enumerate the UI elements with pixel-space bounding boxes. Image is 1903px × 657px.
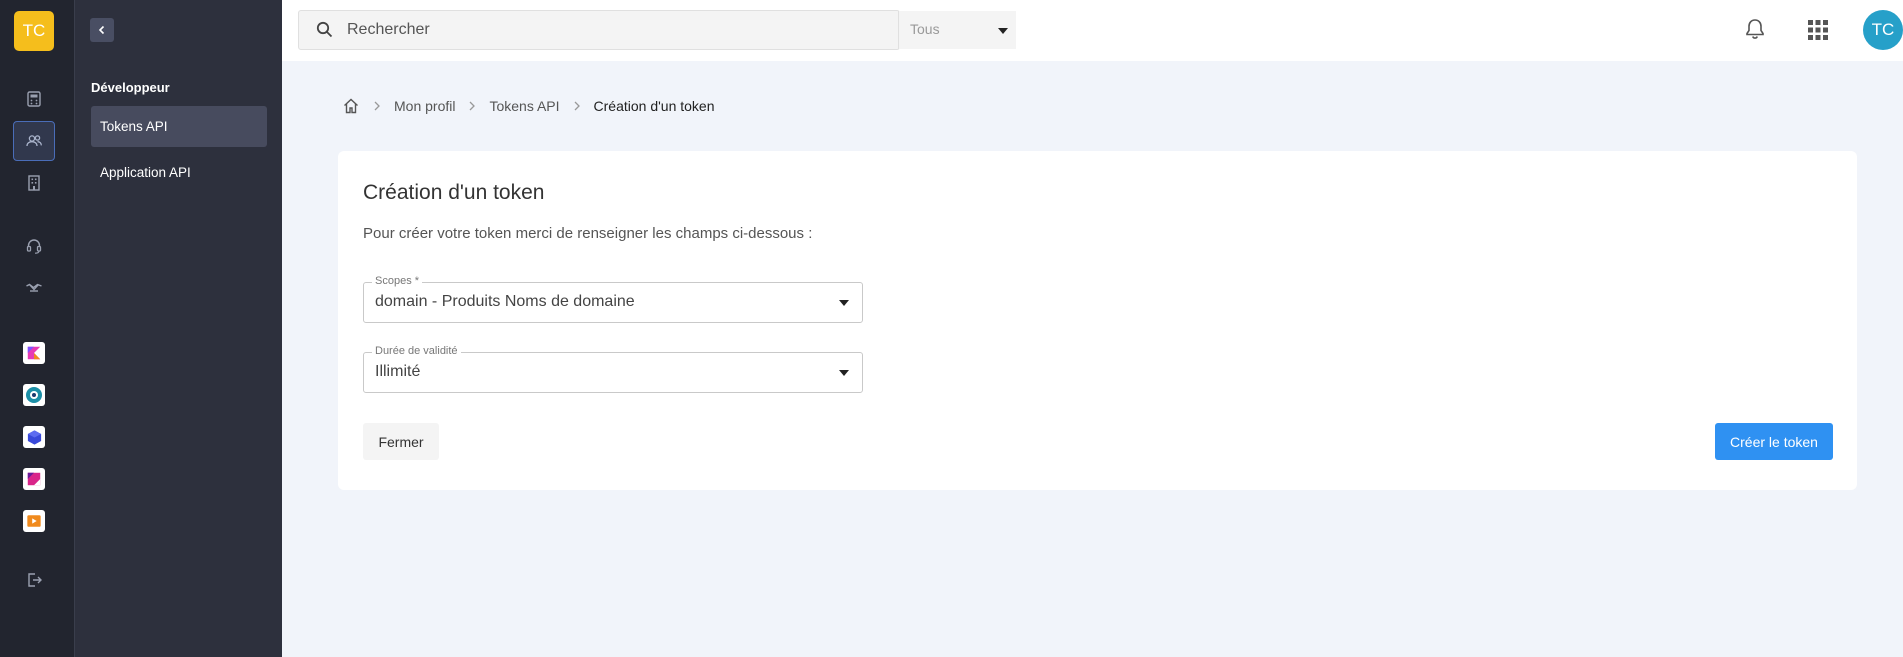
- apps-grid-icon[interactable]: [1808, 20, 1828, 40]
- sidebar-item-label: Application API: [100, 165, 191, 180]
- app-rail: TC: [0, 0, 74, 657]
- validity-value: Illimité: [375, 363, 421, 380]
- search-icon: [316, 21, 333, 38]
- breadcrumb-current: Création d'un token: [593, 98, 715, 114]
- disc-app-icon[interactable]: [23, 384, 45, 406]
- caret-down-icon: [839, 300, 849, 306]
- brand-logo[interactable]: TC: [14, 11, 54, 51]
- user-avatar[interactable]: TC: [1863, 10, 1903, 50]
- search-scope-select[interactable]: Tous: [898, 11, 1016, 49]
- calculator-icon[interactable]: [21, 86, 47, 112]
- users-icon[interactable]: [21, 128, 47, 154]
- chevron-right-icon: [468, 101, 476, 111]
- home-icon[interactable]: [342, 97, 360, 115]
- cube-app-icon[interactable]: [23, 426, 45, 448]
- create-token-button[interactable]: Créer le token: [1715, 423, 1833, 460]
- slash-app-icon[interactable]: [23, 468, 45, 490]
- scopes-select[interactable]: Scopes * domain - Produits Noms de domai…: [363, 275, 863, 323]
- chevron-right-icon: [373, 101, 381, 111]
- breadcrumb: Mon profil Tokens API Création d'un toke…: [342, 96, 715, 116]
- breadcrumb-link-tokens[interactable]: Tokens API: [489, 98, 559, 114]
- search-input[interactable]: [347, 11, 887, 49]
- headset-icon[interactable]: [21, 233, 47, 259]
- breadcrumb-link-profile[interactable]: Mon profil: [394, 98, 455, 114]
- collapse-sidebar-button[interactable]: [90, 18, 114, 42]
- search-scope-value: Tous: [910, 21, 940, 37]
- sidebar-item-tokens-api[interactable]: Tokens API: [91, 106, 267, 147]
- validity-select[interactable]: Durée de validité Illimité: [363, 345, 863, 393]
- chevron-left-icon: [98, 25, 105, 35]
- caret-down-icon: [998, 28, 1008, 34]
- caret-down-icon: [839, 370, 849, 376]
- logout-icon[interactable]: [21, 567, 47, 593]
- video-app-icon[interactable]: [23, 510, 45, 532]
- validity-label: Durée de validité: [372, 345, 461, 357]
- search-box: [298, 10, 900, 50]
- handshake-icon[interactable]: [21, 275, 47, 301]
- close-button[interactable]: Fermer: [363, 423, 439, 460]
- bell-icon[interactable]: [1744, 17, 1766, 41]
- scopes-value: domain - Produits Noms de domaine: [375, 293, 635, 310]
- token-form-card: Création d'un token Pour créer votre tok…: [338, 151, 1857, 490]
- chevron-right-icon: [573, 101, 581, 111]
- kotlin-app-icon[interactable]: [23, 342, 45, 364]
- page-title: Création d'un token: [363, 181, 545, 204]
- sidebar-item-label: Tokens API: [100, 119, 168, 134]
- sidebar-section-title: Développeur: [91, 80, 170, 95]
- top-bar: Tous TC: [282, 0, 1903, 61]
- building-icon[interactable]: [21, 170, 47, 196]
- scopes-label: Scopes *: [372, 275, 423, 287]
- developer-sidebar: Développeur Tokens API Application API: [74, 0, 282, 657]
- form-description: Pour créer votre token merci de renseign…: [363, 225, 813, 242]
- sidebar-item-application-api[interactable]: Application API: [91, 152, 267, 193]
